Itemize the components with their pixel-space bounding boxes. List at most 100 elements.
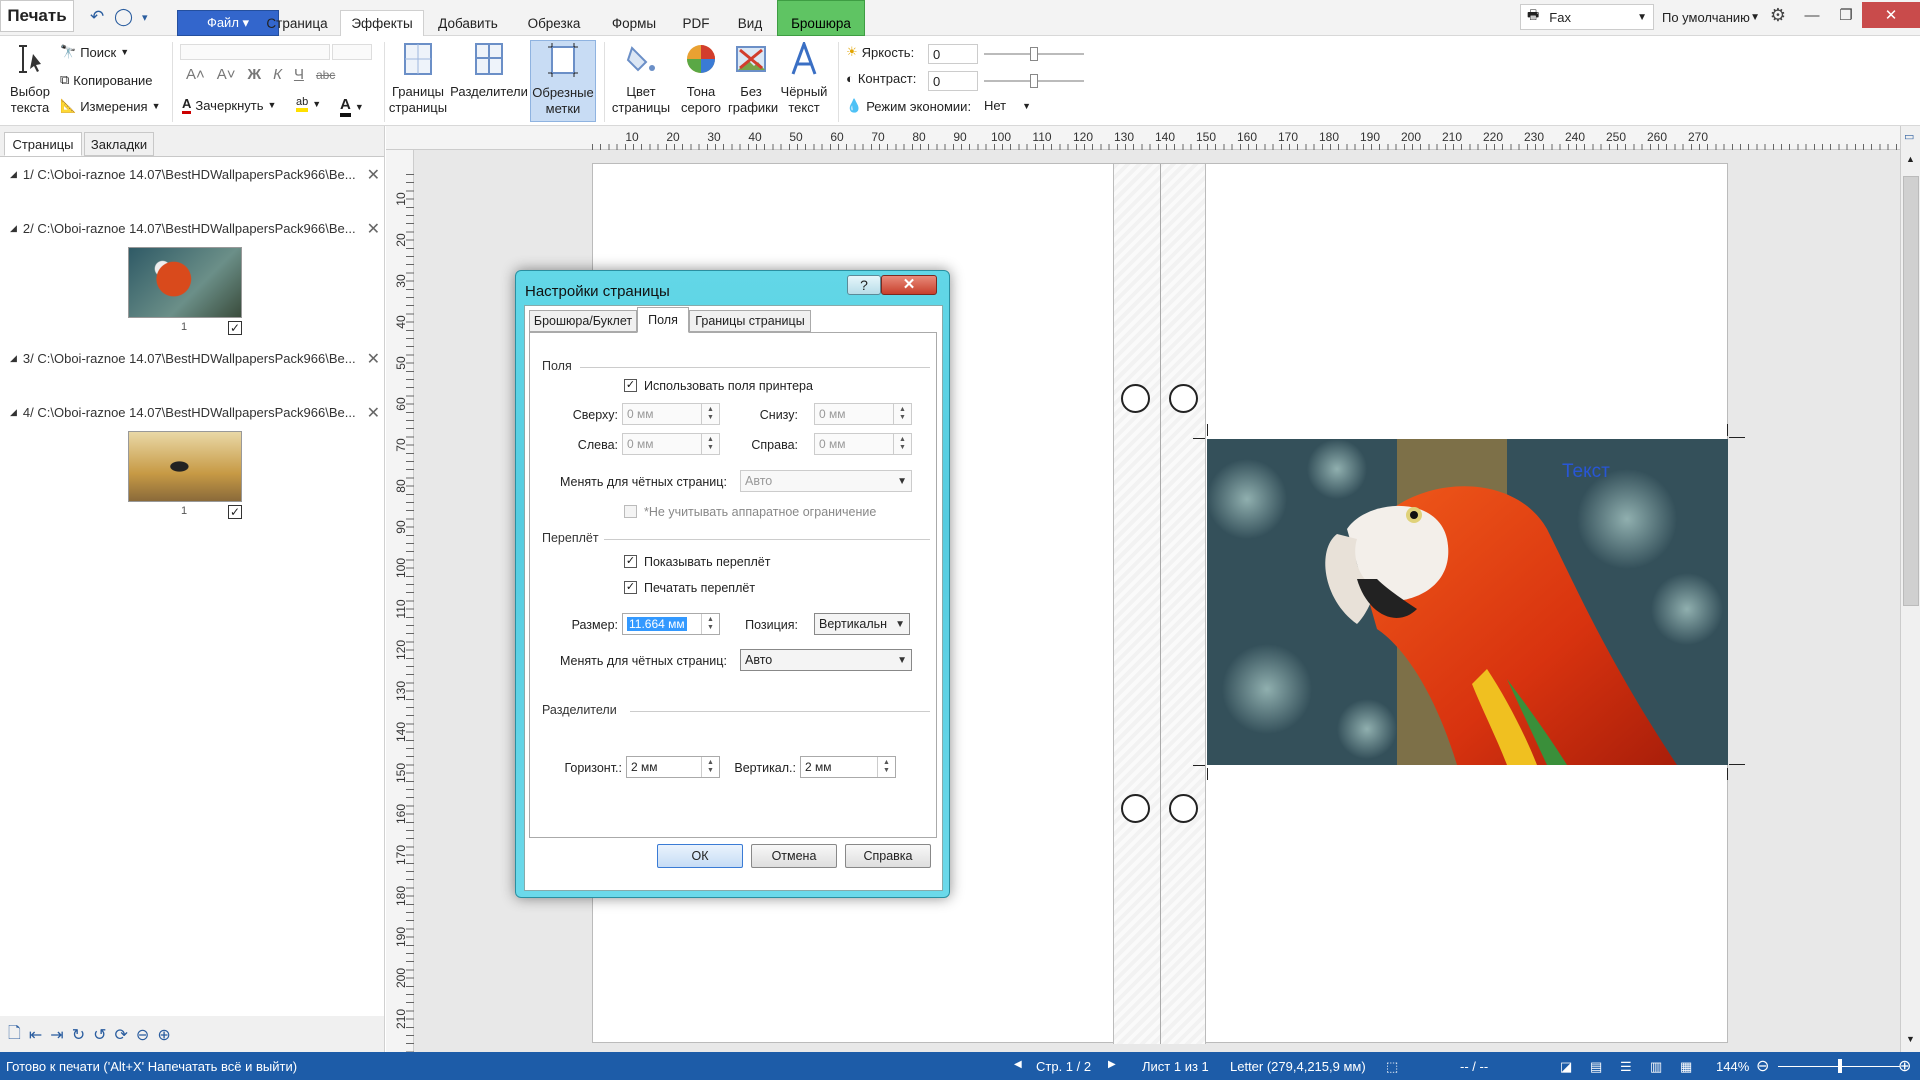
tab-bookmarks[interactable]: Закладки xyxy=(84,132,154,156)
close-icon[interactable]: ✕ xyxy=(367,349,380,369)
close-icon[interactable]: ✕ xyxy=(367,165,380,185)
crop-marks-button[interactable]: Обрезные метки xyxy=(530,40,596,122)
overlay-text[interactable]: Текст xyxy=(1562,461,1610,483)
copy-button[interactable]: ⧉ Копирование xyxy=(60,72,153,88)
zoom-out-icon[interactable]: ⊖ xyxy=(1756,1056,1769,1076)
zoom-slider-knob[interactable] xyxy=(1838,1059,1842,1073)
close-window-icon[interactable]: ✕ xyxy=(1862,2,1920,28)
printer-select[interactable]: 🖶 Fax ▼ xyxy=(1520,4,1654,30)
scroll-down-icon[interactable]: ▼ xyxy=(1906,1034,1915,1044)
help-icon[interactable]: ? xyxy=(847,275,881,295)
strikethrough-icon[interactable]: abc xyxy=(316,68,335,82)
vertical-scrollbar[interactable]: ▭ ▲ ▼ xyxy=(1900,126,1920,1052)
black-text-button[interactable]: Чёрный текст xyxy=(776,39,832,116)
rotate-right-icon[interactable]: ↻ xyxy=(72,1025,85,1045)
font-color-button[interactable]: A ▼ xyxy=(340,96,364,117)
font-name-select[interactable] xyxy=(180,44,330,60)
size-field[interactable]: 11.664 мм ▲ ▼ xyxy=(622,613,720,635)
view-mode-2-icon[interactable]: ▤ xyxy=(1590,1059,1602,1075)
tab-effects[interactable]: Эффекты xyxy=(340,10,424,36)
quick-access-menu-icon[interactable]: ▾ xyxy=(142,11,148,24)
no-graphics-button[interactable]: Без графики xyxy=(728,42,778,116)
contrast-input[interactable]: 0 xyxy=(928,71,978,91)
tab-fields[interactable]: Поля xyxy=(637,307,689,333)
tab-page[interactable]: Страница xyxy=(262,10,332,36)
left-field[interactable]: 0 мм ▲ ▼ xyxy=(622,433,720,455)
contrast-slider[interactable] xyxy=(984,74,1084,88)
tab-view[interactable]: Вид xyxy=(728,10,772,36)
close-icon[interactable]: ✕ xyxy=(367,219,380,239)
collapse-icon[interactable]: ◢ xyxy=(10,353,17,364)
page-checkbox[interactable]: ✓ xyxy=(228,321,242,335)
even-pages2-select[interactable]: Авто ▼ xyxy=(740,649,912,671)
page-color-button[interactable]: Цвет страницы xyxy=(608,42,674,116)
new-page-icon[interactable]: 🗋 xyxy=(8,1022,21,1049)
decrease-font-icon[interactable]: A˅ xyxy=(217,66,236,83)
export-icon[interactable]: ⇥ xyxy=(50,1025,63,1045)
even-pages-select[interactable]: Авто ▼ xyxy=(740,470,912,492)
bold-icon[interactable]: Ж xyxy=(248,66,262,83)
tab-shapes[interactable]: Формы xyxy=(604,10,664,36)
ignore-hw-checkbox[interactable] xyxy=(624,505,637,518)
fit-page-icon[interactable]: ▭ xyxy=(1904,130,1914,143)
tab-crop[interactable]: Обрезка xyxy=(522,10,586,36)
underline-icon[interactable]: Ч xyxy=(294,66,304,83)
close-icon[interactable]: ✕ xyxy=(367,403,380,423)
view-mode-1-icon[interactable]: ◪ xyxy=(1560,1059,1572,1075)
list-item[interactable]: ◢ 1/ C:\Oboi-raznoe 14.07\BestHDWallpaper… xyxy=(10,165,380,185)
view-mode-5-icon[interactable]: ▦ xyxy=(1680,1059,1692,1075)
ok-button[interactable]: ОК xyxy=(657,844,743,868)
next-page-icon[interactable]: ▶ xyxy=(1108,1059,1116,1070)
bottom-field[interactable]: 0 мм ▲ ▼ xyxy=(814,403,912,425)
font-size-select[interactable] xyxy=(332,44,372,60)
spin-arrows-icon[interactable]: ▲ ▼ xyxy=(893,404,911,424)
spin-arrows-icon[interactable]: ▲ ▼ xyxy=(701,614,719,634)
select-text-button[interactable]: Выбор текста xyxy=(6,42,54,116)
zoom-in-icon[interactable]: ⊕ xyxy=(1898,1056,1911,1076)
spin-arrows-icon[interactable]: ▲ ▼ xyxy=(701,434,719,454)
parrot-image[interactable]: Текст xyxy=(1207,439,1728,765)
list-item[interactable]: ◢ 2/ C:\Oboi-raznoe 14.07\BestHDWallpaper… xyxy=(10,219,380,239)
print-button[interactable]: Печать xyxy=(0,0,74,32)
position-select[interactable]: Вертикальн ▼ xyxy=(814,613,910,635)
use-printer-fields-checkbox[interactable]: ✓ xyxy=(624,379,637,392)
close-icon[interactable]: ✕ xyxy=(881,275,937,295)
tab-pages[interactable]: Страницы xyxy=(4,132,82,156)
view-mode-3-icon[interactable]: ☰ xyxy=(1620,1059,1632,1075)
list-item[interactable]: ◢ 3/ C:\Oboi-raznoe 14.07\BestHDWallpaper… xyxy=(10,349,380,369)
prev-page-icon[interactable]: ◀ xyxy=(1014,1059,1022,1070)
collapse-icon[interactable]: ◢ xyxy=(10,407,17,418)
scroll-up-icon[interactable]: ▲ xyxy=(1906,154,1915,164)
collapse-icon[interactable]: ◢ xyxy=(10,223,17,234)
page-checkbox[interactable]: ✓ xyxy=(228,505,242,519)
undo-icon[interactable]: ↶ xyxy=(90,7,104,27)
print-binding-checkbox[interactable]: ✓ xyxy=(624,581,637,594)
tab-brochure[interactable]: Брошюра xyxy=(777,0,865,36)
gray-tones-button[interactable]: Тона серого xyxy=(678,42,724,116)
tab-page-borders[interactable]: Границы страницы xyxy=(689,310,811,332)
spin-arrows-icon[interactable]: ▲ ▼ xyxy=(893,434,911,454)
profile-select[interactable]: По умолчанию ▼ xyxy=(1656,4,1762,30)
collapse-icon[interactable]: ◢ xyxy=(10,169,17,180)
page-thumbnail[interactable] xyxy=(128,247,242,318)
economy-select[interactable]: Нет ▼ xyxy=(984,98,1031,113)
spin-arrows-icon[interactable]: ▲ ▼ xyxy=(701,404,719,424)
spin-arrows-icon[interactable]: ▲ ▼ xyxy=(701,757,719,777)
view-mode-4-icon[interactable]: ▥ xyxy=(1650,1059,1662,1075)
top-field[interactable]: 0 мм ▲ ▼ xyxy=(622,403,720,425)
import-icon[interactable]: ⇤ xyxy=(29,1025,42,1045)
help-button[interactable]: Справка xyxy=(845,844,931,868)
brightness-slider[interactable] xyxy=(984,47,1084,61)
page-thumbnail[interactable] xyxy=(128,431,242,502)
scrollbar-thumb[interactable] xyxy=(1903,176,1919,606)
strike-button[interactable]: A Зачеркнуть ▼ xyxy=(182,96,276,114)
vertical-field[interactable]: 2 мм ▲ ▼ xyxy=(800,756,896,778)
tab-add[interactable]: Добавить xyxy=(432,10,504,36)
spin-arrows-icon[interactable]: ▲ ▼ xyxy=(877,757,895,777)
brightness-input[interactable]: 0 xyxy=(928,44,978,64)
highlight-button[interactable]: ab ▼ xyxy=(296,96,321,112)
list-item[interactable]: ◢ 4/ C:\Oboi-raznoe 14.07\BestHDWallpaper… xyxy=(10,403,380,423)
contrast-slider-knob[interactable] xyxy=(1030,74,1038,88)
zoom-in-icon[interactable]: ⊕ xyxy=(157,1025,170,1045)
tab-pdf[interactable]: PDF xyxy=(676,10,716,36)
